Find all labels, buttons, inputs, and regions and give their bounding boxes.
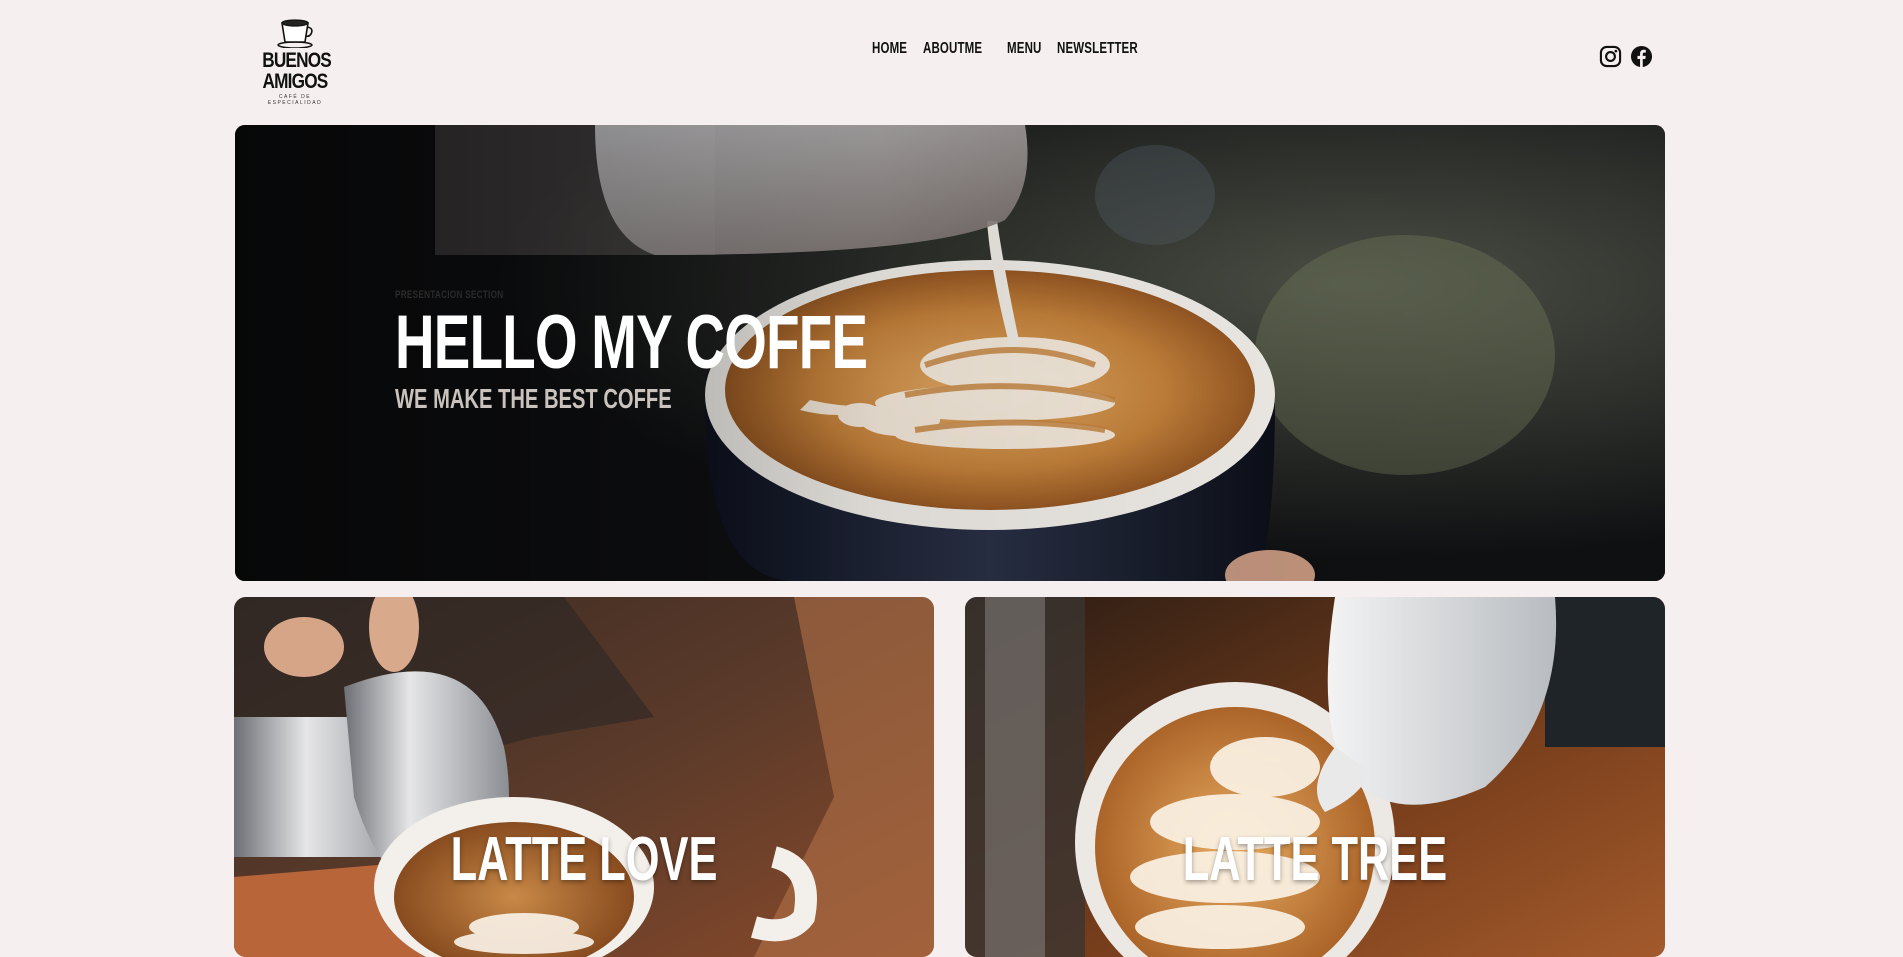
hero-text-block: PRESENTACION SECTION HELLO MY COFFE WE M… — [395, 289, 1051, 415]
card-latte-tree[interactable]: LATTE TREE — [965, 597, 1665, 957]
social-links — [1599, 45, 1653, 68]
latte-love-photo — [234, 597, 934, 957]
brand-logo[interactable]: BUENOS AMIGOS CAFÉ DE ESPECIALIDAD — [255, 18, 335, 106]
coffee-cup-icon — [277, 19, 313, 48]
brand-name-line1: BUENOS — [262, 49, 332, 72]
hero-subtitle: WE MAKE THE BEST COFFE — [395, 383, 672, 414]
instagram-icon[interactable] — [1599, 45, 1622, 68]
brand-name-line2: AMIGOS — [262, 70, 329, 93]
card-title-latte-tree: LATTE TREE — [1182, 825, 1448, 894]
nav-item-aboutme[interactable]: ABOUTME — [923, 40, 982, 58]
latte-tree-photo — [965, 597, 1665, 957]
hero-banner: PRESENTACION SECTION HELLO MY COFFE WE M… — [235, 125, 1665, 581]
main-nav: HOME ABOUTME MENU NEWSLETTER — [872, 40, 1155, 58]
nav-item-home[interactable]: HOME — [872, 40, 907, 58]
card-latte-love[interactable]: LATTE LOVE — [234, 597, 934, 957]
hero-title: HELLO MY COFFE — [395, 300, 868, 385]
facebook-icon[interactable] — [1630, 45, 1653, 68]
nav-item-menu[interactable]: MENU — [1007, 40, 1042, 58]
nav-item-newsletter[interactable]: NEWSLETTER — [1057, 40, 1138, 58]
card-title-latte-love: LATTE LOVE — [450, 825, 718, 894]
brand-tagline: CAFÉ DE ESPECIALIDAD — [267, 94, 323, 106]
